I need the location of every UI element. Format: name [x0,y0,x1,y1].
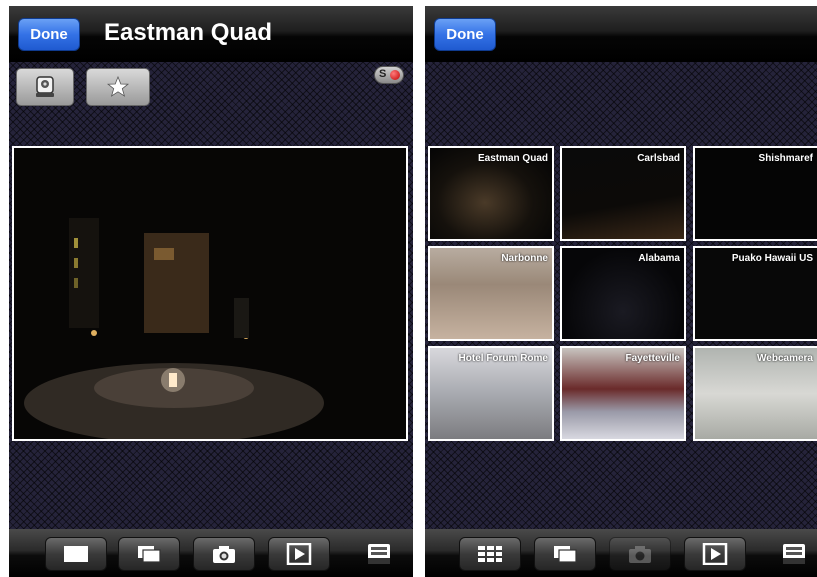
done-button[interactable]: Done [18,18,80,51]
camera-thumbnail[interactable]: Alabama [560,246,686,341]
camera-thumbnail-label: Narbonne [501,253,548,264]
camera-thumbnail-label: Webcamera [757,353,813,364]
snapshot-button[interactable] [193,537,255,571]
single-view-button[interactable] [45,537,107,571]
ptz-camera-icon [36,76,54,97]
camera-thumbnail[interactable]: Fayetteville [560,346,686,441]
record-toggle[interactable]: S [374,66,404,84]
camera-thumbnail-label: Shishmaref [758,153,813,164]
play-icon [286,543,312,565]
camera-feed[interactable] [12,146,408,441]
snapshot-camera-icon [213,546,235,563]
multi-window-icon [554,546,577,563]
record-label: S [379,68,387,80]
play-button[interactable] [268,537,330,571]
camera-thumbnail-label: Eastman Quad [477,153,548,164]
camera-thumbnail-label: Puako Hawaii US [731,253,813,264]
inbox-icon [368,544,390,564]
inbox-button[interactable] [780,541,808,567]
grid-view-icon [478,546,502,562]
record-indicator-icon [390,70,400,80]
camera-thumbnail-label: Hotel Forum Rome [458,353,548,364]
multi-window-button[interactable] [534,537,596,571]
camera-thumbnail[interactable]: Puako Hawaii US [693,246,817,341]
play-icon [702,543,728,565]
camera-grid: Eastman Quad Carlsbad Shishmaref Narbonn… [428,146,817,442]
snapshot-camera-icon [629,546,651,563]
inbox-icon [783,544,805,564]
multi-window-icon [138,546,161,563]
camera-thumbnail[interactable]: Hotel Forum Rome [428,346,554,441]
bottom-toolbar [425,529,817,577]
camera-thumbnail[interactable]: Webcamera [693,346,817,441]
page-title: Eastman Quad [104,19,273,46]
multi-window-button[interactable] [118,537,180,571]
camera-feed-image [14,148,406,439]
camera-thumbnail[interactable]: Narbonne [428,246,554,341]
camera-control-button[interactable] [16,68,74,106]
snapshot-button[interactable] [609,537,671,571]
inbox-button[interactable] [365,541,393,567]
camera-thumbnail-label: Carlsbad [637,153,680,164]
bottom-toolbar [9,529,413,577]
single-camera-screen: Done Eastman Quad S [9,6,413,577]
camera-thumbnail-label: Alabama [638,253,680,264]
favorite-button[interactable] [86,68,150,106]
navigation-bar: Done Eastman Quad [9,6,413,62]
multi-camera-screen: Done Eastman Quad Carlsbad Shishmaref Na… [425,6,817,577]
camera-thumbnail-label: Fayetteville [625,353,680,364]
single-view-icon [64,546,88,562]
camera-thumbnail[interactable]: Eastman Quad [428,146,554,241]
grid-view-button[interactable] [459,537,521,571]
camera-thumbnail[interactable]: Shishmaref [693,146,817,241]
camera-thumbnail[interactable]: Carlsbad [560,146,686,241]
navigation-bar: Done [425,6,817,62]
star-icon [107,76,129,97]
done-button[interactable]: Done [434,18,496,51]
play-button[interactable] [684,537,746,571]
